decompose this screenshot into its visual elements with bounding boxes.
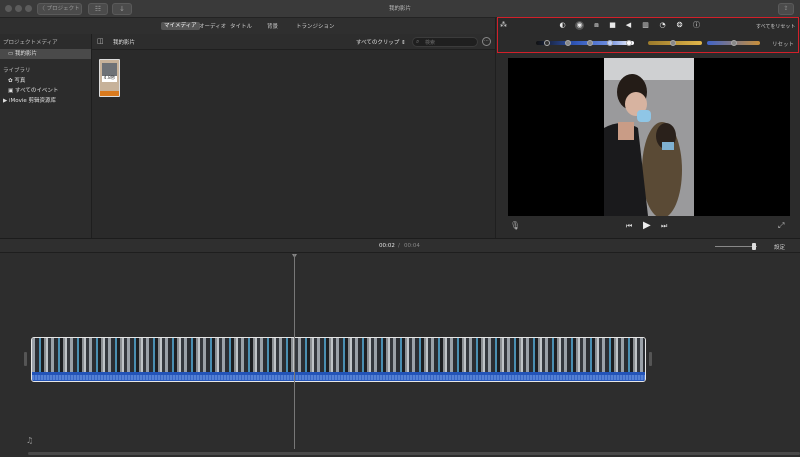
info-icon[interactable]: ⓘ (692, 21, 701, 30)
photos-icon: ✿ (8, 78, 13, 84)
zoom-slider-track[interactable] (715, 246, 757, 247)
sidebar-item-imovie-library[interactable]: ▶ iMovie 剪辑资源库 (3, 96, 56, 106)
audio-wave (32, 375, 645, 380)
disclosure-triangle-icon[interactable]: ▶ (3, 98, 7, 104)
skip-back-icon[interactable]: ⏮ (626, 222, 632, 231)
film-icon: ▭ (8, 51, 14, 57)
tab-backgrounds[interactable]: 背景 (267, 22, 278, 30)
sidebar-item-label: 写真 (14, 78, 26, 84)
search-icon: ⌕ (416, 38, 420, 45)
title-bar: 〈 プロジェクト ☷ ↓ 我的影片 ⇪ (0, 0, 800, 18)
sidebar-item-label: すべてのイベント (14, 88, 59, 94)
sidebar-item-label: 我的影片 (14, 51, 37, 57)
clip-filter-icon[interactable]: ❂ (675, 21, 684, 30)
playhead[interactable] (294, 254, 295, 449)
exposure-slider-track[interactable] (536, 41, 634, 45)
thumb-figure (102, 63, 117, 77)
sidebar-top (0, 18, 92, 34)
media-browser (92, 34, 495, 238)
music-note-icon: ♫ (26, 436, 34, 445)
tab-audio[interactable]: オーディオ (199, 22, 226, 30)
tab-my-media[interactable]: マイメディア (161, 22, 200, 30)
zoom-slider-knob[interactable] (752, 243, 757, 250)
settings-button[interactable]: 設定 (774, 243, 785, 251)
speed-icon[interactable]: ◔ (658, 21, 667, 30)
sidebar-item-all-events[interactable]: ▣ すべてのイベント (8, 86, 58, 96)
library-header: ライブラリ (3, 68, 31, 74)
sidebar-item-label: iMovie 剪辑资源库 (8, 98, 57, 104)
window-title: 我的影片 (388, 6, 411, 12)
close-window-button[interactable] (5, 5, 12, 12)
clip-left-trim[interactable] (24, 352, 27, 366)
shadows-knob[interactable] (544, 40, 550, 46)
browser-title: 我的影片 (113, 40, 136, 46)
current-time: 00:02 (379, 243, 395, 249)
search-placeholder: 検索 (425, 40, 436, 46)
events-icon: ▣ (8, 88, 14, 94)
share-icon[interactable]: ⇪ (778, 3, 794, 15)
tab-transitions[interactable]: トランジション (296, 22, 335, 30)
noise-reduction-icon[interactable]: ▥ (641, 21, 650, 30)
tab-titles[interactable]: タイトル (230, 22, 252, 30)
fullscreen-icon[interactable]: ⤢ (778, 221, 784, 231)
saturation-knob[interactable] (670, 40, 676, 46)
reset-all-button[interactable]: すべてをリセット (756, 23, 795, 30)
contrast-knob[interactable] (587, 40, 593, 46)
import-icon[interactable]: ↓ (112, 3, 132, 15)
sidebar-item-photos[interactable]: ✿ 写真 (8, 76, 25, 86)
sidebar-item-project[interactable]: ▭ 我的影片 (0, 49, 91, 59)
white-knob[interactable] (626, 40, 632, 46)
time-separator: / (398, 243, 400, 249)
temperature-knob[interactable] (731, 40, 737, 46)
timeline-toolbar: 00:02 / 00:04 設定 (0, 238, 800, 253)
clip-filter-dropdown[interactable]: すべてのクリップ ⇕ (356, 38, 406, 46)
crop-icon[interactable]: ⧈ (592, 21, 601, 30)
sidebar-toggle-icon[interactable]: ◫ (97, 37, 104, 45)
reset-button[interactable]: リセット (772, 40, 794, 48)
brightness-knob[interactable] (565, 40, 571, 46)
color-correction-icon[interactable]: ◉ (575, 21, 584, 30)
skip-forward-icon[interactable]: ⏭ (661, 222, 667, 231)
zoom-window-button[interactable] (25, 5, 32, 12)
video-frame (604, 58, 694, 216)
volume-icon[interactable]: ◀ (624, 21, 633, 30)
search-field[interactable]: ⌕ 検索 (412, 37, 478, 47)
stabilization-icon[interactable]: ■ (608, 21, 617, 30)
minimize-window-button[interactable] (15, 5, 22, 12)
video-image (604, 58, 694, 216)
project-media-header: プロジェクトメディア (3, 40, 58, 46)
timeline-scrollbar[interactable] (28, 452, 800, 455)
timeline-clip[interactable] (31, 337, 646, 382)
clip-right-trim[interactable] (649, 352, 652, 366)
browser-settings-icon[interactable]: ⋯ (482, 37, 491, 46)
clip-thumbnail[interactable]: 4.8秒 (99, 59, 120, 97)
media-tabs-bar: マイメディア オーディオ タイトル 背景 トランジション (92, 18, 495, 34)
play-icon[interactable]: ▶ (643, 220, 651, 231)
color-balance-icon[interactable]: ◐ (558, 21, 567, 30)
clip-used-bar (100, 91, 119, 96)
microphone-icon[interactable]: 🎙 (510, 221, 520, 230)
media-library-icon[interactable]: ☷ (88, 3, 108, 15)
library-sidebar: プロジェクトメディア ▭ 我的影片 ライブラリ ✿ 写真 ▣ すべてのイベント … (0, 34, 92, 238)
clip-duration-badge: 4.8秒 (102, 76, 117, 82)
highlights-knob[interactable] (607, 40, 613, 46)
projects-back-button[interactable]: 〈 プロジェクト (37, 3, 82, 15)
magic-wand-icon[interactable]: ⁂ (500, 21, 507, 29)
total-time: 00:04 (404, 243, 420, 249)
clip-filmstrip (32, 338, 645, 372)
